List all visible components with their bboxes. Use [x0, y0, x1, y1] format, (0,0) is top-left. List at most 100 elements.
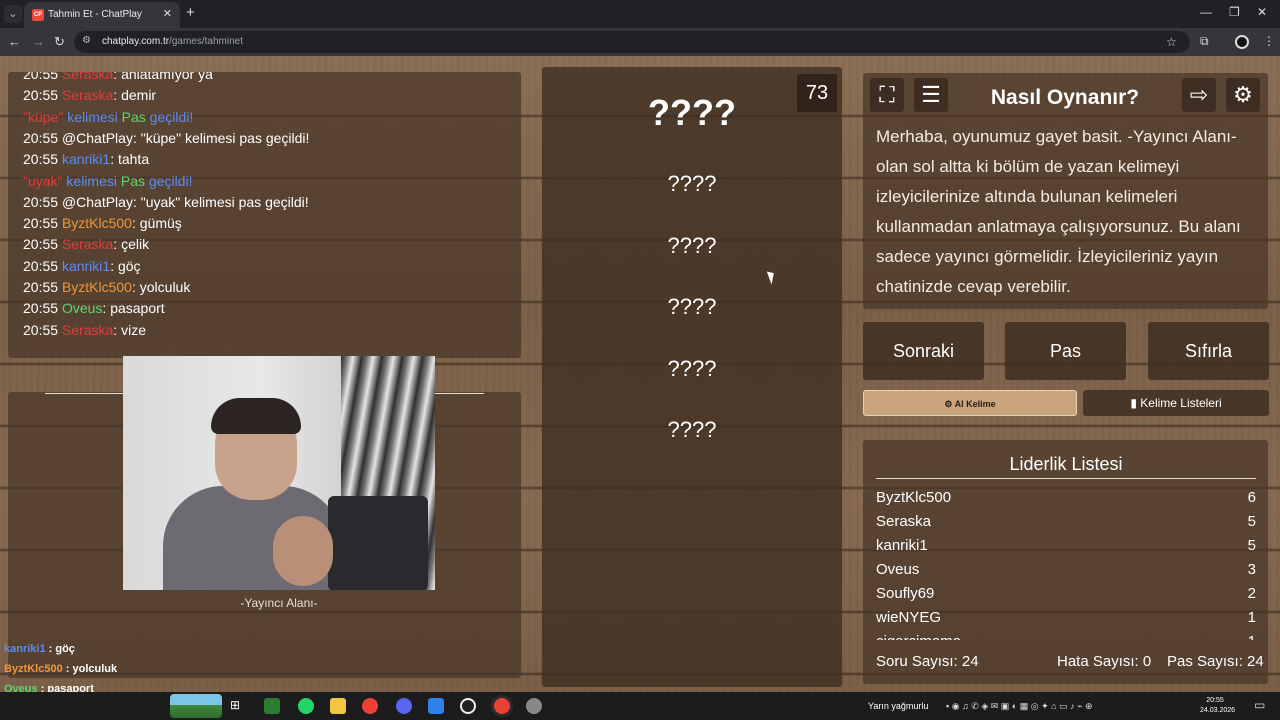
fullscreen-icon[interactable]: ⛶	[870, 78, 904, 112]
chat-username[interactable]: @ChatPlay	[62, 194, 133, 210]
chat-text: tahta	[117, 151, 150, 168]
main-word: ????	[648, 92, 736, 133]
chat-username[interactable]: kanriki1	[62, 258, 110, 274]
task-view-icon[interactable]: ⊞	[230, 698, 246, 714]
tab-close-icon[interactable]: ✕	[163, 7, 172, 20]
pass-button[interactable]: Pas	[1005, 322, 1126, 380]
leaderboard-name: Seraska	[876, 513, 932, 530]
chat-message: 20:55 @ChatPlay: "uyak" kelimesi pas geç…	[23, 192, 309, 213]
ai-word-button[interactable]: ⚙ AI Kelime	[863, 390, 1077, 416]
forward-arrow-icon[interactable]: →	[32, 34, 45, 49]
next-button[interactable]: Sonraki	[863, 322, 984, 380]
overlay-text: : yolculuk	[62, 663, 118, 675]
chat-username[interactable]: Seraska	[62, 87, 113, 103]
chat-message: "uyak" kelimesi Pas geçildi!	[23, 171, 192, 192]
app-icon[interactable]	[264, 698, 280, 714]
chat-message: "küpe" kelimesi Pas geçildi!	[23, 107, 193, 128]
chat-time: 20:55	[23, 257, 59, 274]
question-count: Soru Sayısı: 24	[876, 653, 979, 670]
obs-icon[interactable]	[460, 698, 476, 714]
app-icon[interactable]	[428, 698, 444, 714]
browser-tab[interactable]: CP Tahmin Et - ChatPlay ✕	[24, 2, 180, 28]
chat-username[interactable]: kanriki1	[62, 151, 110, 167]
chat-username[interactable]: Seraska	[62, 322, 113, 338]
ai-word-label: AI Kelime	[954, 399, 996, 409]
streamer-area-label: -Yayıncı Alanı-	[240, 596, 318, 610]
reload-icon[interactable]: ↻	[54, 34, 65, 50]
leaderboard-score: 5	[1247, 513, 1256, 530]
tab-title: Tahmin Et - ChatPlay	[48, 9, 142, 20]
reset-button[interactable]: Sıfırla	[1148, 322, 1269, 380]
weather-text[interactable]: Yarın yağmurlu	[868, 701, 928, 711]
divider	[435, 393, 484, 394]
url-field[interactable]: ⚙ chatplay.com.tr/games/tahminet ☆	[74, 31, 1190, 53]
taskbar-clock[interactable]: 20:55 24.03.2026	[1200, 696, 1235, 716]
chat-message: 20:55 ByztKlc500: gümüş	[23, 213, 182, 234]
chat-system-part: geçildi!	[145, 172, 193, 189]
chat-system-part: geçildi!	[145, 108, 194, 125]
overlay-username: kanriki1	[4, 643, 46, 655]
file-explorer-icon[interactable]	[330, 698, 346, 714]
chat-text: vize	[121, 321, 146, 338]
chrome-icon[interactable]	[362, 698, 378, 714]
chrome-active-icon[interactable]	[494, 698, 510, 714]
overlay-text: : göç	[45, 643, 75, 655]
bookmark-star-icon[interactable]: ☆	[1166, 35, 1177, 49]
chat-message: 20:55 @ChatPlay: "küpe" kelimesi pas geç…	[23, 128, 309, 149]
chat-username[interactable]: @ChatPlay	[62, 130, 133, 146]
chat-text: gümüş	[139, 215, 182, 232]
url-path: /games/tahminet	[169, 36, 243, 47]
chat-message: 20:55 Seraska: demir	[23, 85, 156, 106]
chat-username[interactable]: Seraska	[62, 236, 113, 252]
chat-username[interactable]: Seraska	[62, 72, 113, 82]
window-close-icon[interactable]: ✕	[1257, 5, 1267, 19]
chat-separator: :	[131, 215, 140, 232]
extensions-puzzle-icon[interactable]: ⧉	[1200, 34, 1209, 49]
back-arrow-icon[interactable]: ←	[8, 34, 21, 49]
discord-icon[interactable]	[396, 698, 412, 714]
chat-text: "küpe" kelimesi pas geçildi!	[140, 129, 310, 146]
chat-username[interactable]: ByztKlc500	[62, 279, 132, 295]
chat-time: 20:55	[23, 279, 59, 295]
clipboard-icon: ▮	[1130, 396, 1141, 410]
browser-menu-icon[interactable]: ⋮	[1263, 34, 1275, 48]
forbidden-word: ????	[667, 294, 717, 319]
forbidden-word: ????	[667, 171, 717, 196]
restore-icon[interactable]: ❐	[1229, 5, 1240, 19]
error-count: Hata Sayısı: 0	[1057, 653, 1152, 670]
widgets-icon[interactable]	[170, 694, 222, 718]
forbidden-word: ????	[667, 232, 717, 258]
forbidden-word: ????	[667, 417, 717, 442]
pass-count: Pas Sayısı: 24	[1167, 653, 1264, 670]
leaderboard-row: Soufly69 2	[876, 584, 1256, 608]
minimize-icon[interactable]: —	[1200, 5, 1212, 19]
app-icon[interactable]	[526, 698, 542, 714]
divider	[876, 478, 1256, 479]
word-lists-button[interactable]: ▮ Kelime Listeleri	[1083, 390, 1269, 416]
chat-time: 20:55	[23, 321, 59, 338]
tab-search-chevron-icon[interactable]: ⌄	[4, 5, 22, 23]
new-tab-plus-icon[interactable]: +	[186, 4, 195, 21]
chat-time: 20:55	[23, 215, 59, 232]
chat-username[interactable]: Oveus	[62, 300, 102, 316]
whatsapp-icon[interactable]	[298, 698, 314, 714]
chat-message: 20:55 Oveus: pasaport	[23, 298, 165, 319]
chat-time: 20:55	[23, 129, 59, 146]
chat-username[interactable]: ByztKlc500	[62, 215, 132, 231]
leaderboard-name: wieNYEG	[876, 609, 942, 626]
chat-separator: :	[132, 129, 141, 146]
leaderboard-name: cigercimemo	[876, 633, 961, 640]
settings-gear-icon[interactable]: ⚙	[1226, 78, 1260, 112]
notifications-icon[interactable]: ▭	[1254, 698, 1265, 712]
leaderboard-list[interactable]: ByztKlc500 6 Seraska 5 kanriki1 5 Oveus 3 Soufly…	[876, 488, 1256, 640]
chat-text: yolculuk	[139, 279, 191, 295]
divider	[45, 393, 123, 394]
chat-separator: :	[110, 151, 118, 168]
chat-system-part: "uyak"	[23, 172, 63, 189]
word-lists-label: Kelime Listeleri	[1140, 396, 1222, 410]
chat-separator: :	[110, 257, 118, 274]
site-info-icon[interactable]: ⚙	[82, 35, 91, 46]
logout-icon[interactable]: ⇨	[1182, 78, 1216, 112]
system-tray-icons[interactable]: ▪ ◉ ♫ ✆ ◈ ✉ ▣ ◐ ▦ ◎ ✦ ⌂ ▭ ♪ ⌁ ⊕	[946, 701, 1093, 712]
profile-avatar-icon[interactable]	[1235, 35, 1249, 49]
